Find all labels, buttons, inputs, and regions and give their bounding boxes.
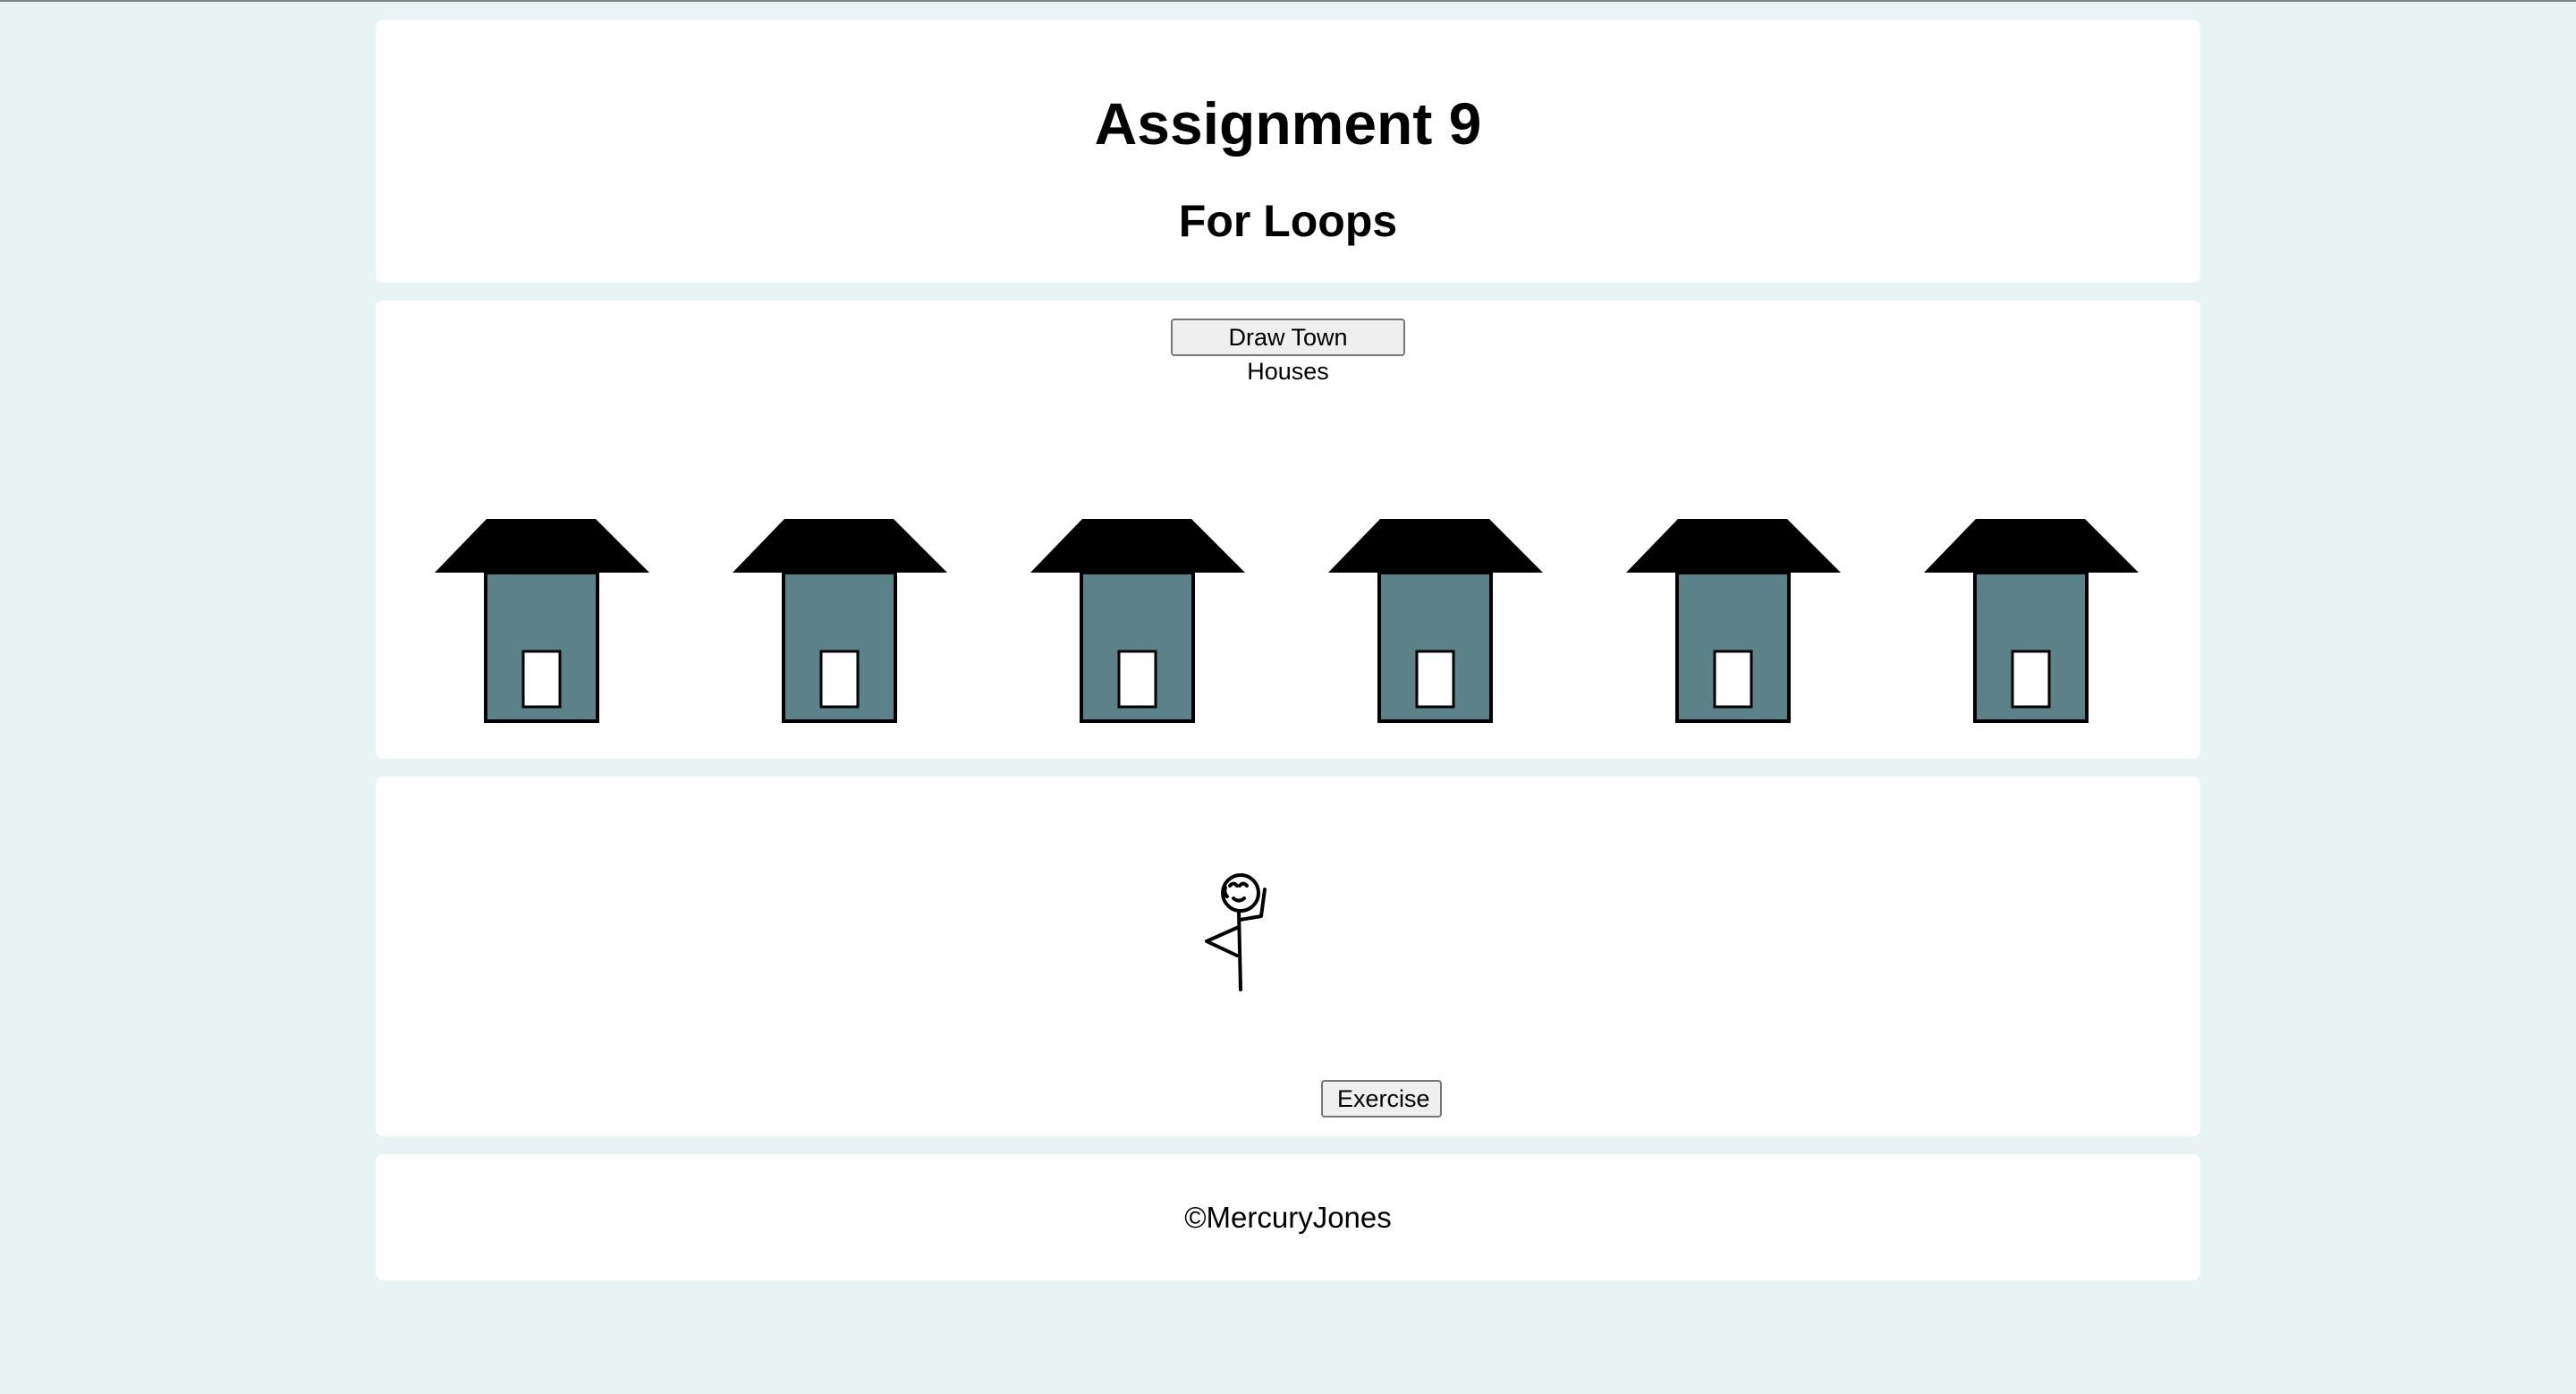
house-door: [2011, 650, 2051, 709]
town-house: [1328, 519, 1543, 723]
stick-figure-head: [1221, 873, 1260, 913]
house-door: [1415, 650, 1455, 709]
house-door: [521, 650, 562, 709]
house-roof: [1030, 519, 1245, 573]
house-roof: [1924, 519, 2139, 573]
stick-figure-leg: [1205, 925, 1241, 957]
house-roof: [1626, 519, 1841, 573]
town-houses-panel: Draw Town Houses: [376, 301, 2200, 759]
house-door: [819, 650, 860, 709]
copyright-text: ©MercuryJones: [1184, 1201, 1392, 1234]
house-roof: [733, 519, 947, 573]
town-houses-canvas: [435, 519, 2139, 723]
exercise-button[interactable]: Exercise: [1321, 1080, 1442, 1118]
stick-figure-eye: [1238, 881, 1249, 888]
town-house: [1626, 519, 1841, 723]
house-roof: [1328, 519, 1543, 573]
page-title: Assignment 9: [1094, 90, 1482, 157]
header-panel: Assignment 9 For Loops: [376, 20, 2200, 283]
house-roof: [435, 519, 649, 573]
stick-figure-body: [1237, 909, 1242, 991]
town-house: [733, 519, 947, 723]
exercise-panel: Exercise: [376, 777, 2200, 1136]
town-house: [435, 519, 649, 723]
top-border: [0, 0, 2576, 2]
stick-figure-ear: [1223, 886, 1229, 898]
house-door: [1117, 650, 1157, 709]
footer-panel: ©MercuryJones: [376, 1154, 2200, 1280]
stick-figure-eye: [1228, 881, 1239, 888]
page-subtitle: For Loops: [1178, 196, 1398, 246]
town-house: [1924, 519, 2139, 723]
house-door: [1713, 650, 1753, 709]
stick-figure-mouth: [1232, 897, 1246, 903]
town-house: [1030, 519, 1245, 723]
stick-figure-icon: [1205, 873, 1267, 991]
exercise-canvas: [1205, 873, 1267, 991]
